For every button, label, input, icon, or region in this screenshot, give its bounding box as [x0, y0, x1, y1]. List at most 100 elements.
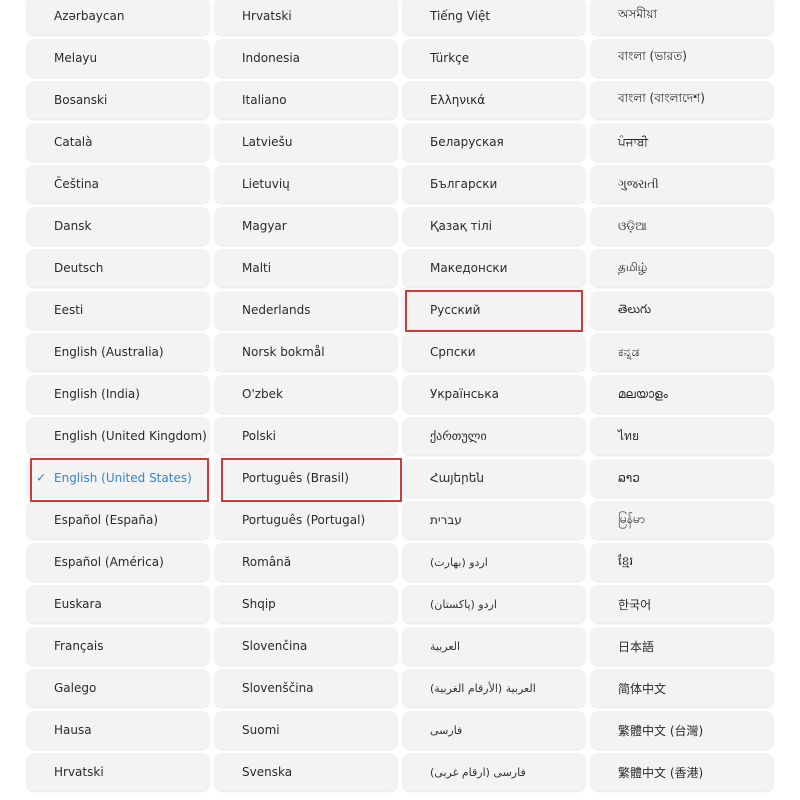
language-option-magyar[interactable]: Magyar	[214, 207, 398, 245]
language-label: Slovenčina	[242, 639, 308, 653]
language-option-cestina[interactable]: Čeština	[26, 165, 210, 203]
language-option-japanese[interactable]: 日本語	[590, 627, 774, 665]
language-label: Српски	[430, 345, 476, 359]
language-option-korean[interactable]: 한국어	[590, 585, 774, 623]
language-label: অসমীয়া	[618, 7, 657, 21]
language-option-urdu-india[interactable]: اردو (بھارت)	[402, 543, 586, 581]
language-label: Čeština	[54, 177, 100, 191]
language-option-hebrew[interactable]: עברית	[402, 501, 586, 539]
language-option-polski[interactable]: Polski	[214, 417, 398, 455]
language-option-farsi[interactable]: فارسی	[402, 711, 586, 749]
language-option-norsk-bokmal[interactable]: Norsk bokmål	[214, 333, 398, 371]
language-label: Suomi	[242, 723, 280, 737]
language-option-thai[interactable]: ไทย	[590, 417, 774, 455]
language-option-tieng-viet[interactable]: Tiếng Việt	[402, 0, 586, 35]
language-option-bangla-bangladesh[interactable]: বাংলা (বাংলাদেশ)	[590, 81, 774, 119]
language-option-malayalam[interactable]: മലയാളം	[590, 375, 774, 413]
language-option-portugues-brasil[interactable]: Português (Brasil)	[214, 459, 398, 497]
language-option-lao[interactable]: ລາວ	[590, 459, 774, 497]
language-option-english-australia[interactable]: English (Australia)	[26, 333, 210, 371]
language-option-latviesu[interactable]: Latviešu	[214, 123, 398, 161]
language-option-bulgarian[interactable]: Български	[402, 165, 586, 203]
language-option-portugues-portugal[interactable]: Português (Portugal)	[214, 501, 398, 539]
language-label: فارسی (ارقام غربی)	[430, 765, 526, 779]
language-option-hausa[interactable]: Hausa	[26, 711, 210, 749]
language-option-eesti[interactable]: Eesti	[26, 291, 210, 329]
language-option-malti[interactable]: Malti	[214, 249, 398, 287]
language-option-macedonian[interactable]: Македонски	[402, 249, 586, 287]
language-option-dansk[interactable]: Dansk	[26, 207, 210, 245]
language-option-serbian[interactable]: Српски	[402, 333, 586, 371]
language-option-georgian[interactable]: ქართული	[402, 417, 586, 455]
language-label: English (India)	[54, 387, 140, 401]
language-option-greek[interactable]: Ελληνικά	[402, 81, 586, 119]
language-label: Français	[54, 639, 104, 653]
language-option-suomi[interactable]: Suomi	[214, 711, 398, 749]
language-option-slovencina[interactable]: Slovenčina	[214, 627, 398, 665]
language-label: ไทย	[618, 428, 639, 443]
language-option-chinese-simplified[interactable]: 简体中文	[590, 669, 774, 707]
language-option-punjabi[interactable]: ਪੰਜਾਬੀ	[590, 123, 774, 161]
language-option-deutsch[interactable]: Deutsch	[26, 249, 210, 287]
language-option-galego[interactable]: Galego	[26, 669, 210, 707]
language-label: Euskara	[54, 597, 102, 611]
language-option-francais[interactable]: Français	[26, 627, 210, 665]
language-option-ukrainian[interactable]: Українська	[402, 375, 586, 413]
language-option-espanol-espana[interactable]: Español (España)	[26, 501, 210, 539]
language-option-english-uk[interactable]: English (United Kingdom)	[26, 417, 210, 455]
language-label: עברית	[430, 513, 462, 527]
language-label: Hrvatski	[54, 765, 104, 779]
language-label: Polski	[242, 429, 277, 443]
language-label: Svenska	[242, 765, 293, 779]
language-option-tamil[interactable]: தமிழ்	[590, 249, 774, 287]
language-option-lietuviu[interactable]: Lietuvių	[214, 165, 398, 203]
language-option-odia[interactable]: ଓଡ଼ିଆ	[590, 207, 774, 245]
language-option-turkce[interactable]: Türkçe	[402, 39, 586, 77]
language-label: فارسی	[430, 723, 463, 737]
language-option-chinese-traditional-hongkong[interactable]: 繁體中文 (香港)	[590, 753, 774, 791]
language-option-azerbaycan[interactable]: Azərbaycan	[26, 0, 210, 35]
language-label: தமிழ்	[618, 260, 648, 274]
language-option-russian[interactable]: Русский	[402, 291, 586, 329]
language-option-english-us[interactable]: ✓ English (United States)	[26, 459, 210, 497]
language-option-ozbek[interactable]: O'zbek	[214, 375, 398, 413]
language-option-euskara[interactable]: Euskara	[26, 585, 210, 623]
language-option-catala[interactable]: Català	[26, 123, 210, 161]
language-label: اردو (بھارت)	[430, 555, 488, 569]
language-option-romana[interactable]: Română	[214, 543, 398, 581]
language-label: Galego	[54, 681, 97, 695]
language-option-urdu-pakistan[interactable]: اردو (پاکستان)	[402, 585, 586, 623]
language-option-indonesia[interactable]: Indonesia	[214, 39, 398, 77]
language-option-hrvatski[interactable]: Hrvatski	[214, 0, 398, 35]
language-option-slovenscina[interactable]: Slovenščina	[214, 669, 398, 707]
language-option-english-india[interactable]: English (India)	[26, 375, 210, 413]
language-label: Қазақ тілі	[430, 219, 492, 233]
language-option-burmese[interactable]: မြန်မာ	[590, 501, 774, 539]
language-label: Hrvatski	[242, 9, 292, 23]
language-option-hrvatski-2[interactable]: Hrvatski	[26, 753, 210, 791]
language-option-arabic[interactable]: العربية	[402, 627, 586, 665]
language-option-melayu[interactable]: Melayu	[26, 39, 210, 77]
language-option-shqip[interactable]: Shqip	[214, 585, 398, 623]
language-option-gujarati[interactable]: ગુજરાતી	[590, 165, 774, 203]
language-option-armenian[interactable]: Հայերեն	[402, 459, 586, 497]
language-option-svenska[interactable]: Svenska	[214, 753, 398, 791]
language-option-italiano[interactable]: Italiano	[214, 81, 398, 119]
language-option-nederlands[interactable]: Nederlands	[214, 291, 398, 329]
language-label: Español (España)	[54, 513, 159, 527]
language-option-kazakh[interactable]: Қазақ тілі	[402, 207, 586, 245]
language-option-espanol-america[interactable]: Español (América)	[26, 543, 210, 581]
language-option-chinese-traditional-taiwan[interactable]: 繁體中文 (台灣)	[590, 711, 774, 749]
language-option-bosanski[interactable]: Bosanski	[26, 81, 210, 119]
language-option-assamese[interactable]: অসমীয়া	[590, 0, 774, 35]
language-option-khmer[interactable]: ខ្មែរ	[590, 543, 774, 581]
language-label: Italiano	[242, 93, 287, 107]
language-option-arabic-western-numerals[interactable]: العربية (الأرقام الغربية)	[402, 669, 586, 707]
language-label: Norsk bokmål	[242, 345, 325, 359]
language-option-kannada[interactable]: ಕನ್ನಡ	[590, 333, 774, 371]
language-option-belarusian[interactable]: Беларуская	[402, 123, 586, 161]
language-option-bangla-india[interactable]: বাংলা (ভারত)	[590, 39, 774, 77]
language-option-farsi-western-numerals[interactable]: فارسی (ارقام غربی)	[402, 753, 586, 791]
language-label: Eesti	[54, 303, 84, 317]
language-option-telugu[interactable]: తెలుగు	[590, 291, 774, 329]
